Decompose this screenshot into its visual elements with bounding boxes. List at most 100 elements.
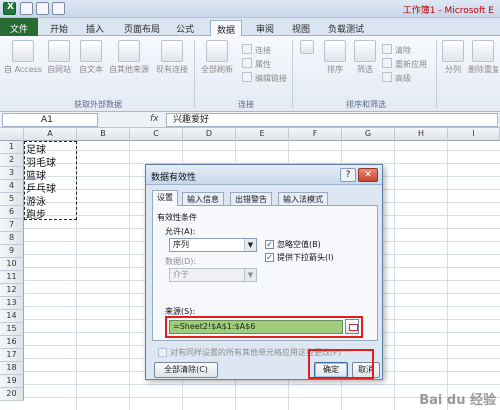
window-title: 工作簿1 - Microsoft E [402, 6, 494, 16]
tab-view[interactable]: 视图 [286, 20, 316, 36]
from-access-button[interactable]: 自 Access [4, 40, 42, 75]
row-header[interactable]: 3 [0, 167, 24, 180]
sort-button[interactable]: 排序 [322, 40, 348, 75]
clear-filter-button[interactable]: 清除 [382, 44, 411, 56]
row-header[interactable]: 5 [0, 193, 24, 206]
row-header[interactable]: 11 [0, 271, 24, 284]
advanced-filter-button[interactable]: 高级 [382, 72, 411, 84]
select-all-corner[interactable] [0, 128, 24, 141]
from-text-button[interactable]: 自文本 [76, 40, 106, 75]
source-highlight-box [165, 316, 363, 338]
row-header[interactable]: 8 [0, 232, 24, 245]
criteria-label: 有效性条件 [157, 213, 197, 222]
ribbon-separator [292, 40, 293, 108]
properties-button[interactable]: 属性 [242, 58, 271, 70]
connections-button[interactable]: 连接 [242, 44, 271, 56]
existing-connections-button[interactable]: 现有连接 [154, 40, 190, 75]
text-file-icon [80, 40, 102, 62]
filter-button[interactable]: 筛选 [352, 40, 378, 75]
remove-duplicates-icon [472, 40, 494, 62]
column-header[interactable]: E [236, 128, 289, 141]
tab-review[interactable]: 审阅 [250, 20, 280, 36]
row-header[interactable]: 14 [0, 310, 24, 323]
copy-marquee [24, 141, 77, 220]
tab-error-alert[interactable]: 出错警告 [230, 192, 272, 205]
data-label: 数据(D): [165, 257, 197, 266]
row-header[interactable]: 10 [0, 258, 24, 271]
row-header[interactable]: 7 [0, 219, 24, 232]
row-header[interactable]: 17 [0, 349, 24, 362]
data-select-value: 介于 [173, 270, 189, 279]
redo-icon[interactable] [52, 2, 65, 15]
column-header[interactable]: C [130, 128, 183, 141]
row-header[interactable]: 16 [0, 336, 24, 349]
from-other-sources-button[interactable]: 自其他来源 [108, 40, 150, 75]
column-header[interactable]: D [183, 128, 236, 141]
column-header[interactable]: F [289, 128, 342, 141]
ok-highlight-box [308, 349, 374, 379]
tab-file[interactable]: 文件 [0, 18, 38, 36]
row-header[interactable]: 18 [0, 362, 24, 375]
from-web-button[interactable]: 自网站 [44, 40, 74, 75]
edit-links-button[interactable]: 编辑链接 [242, 72, 287, 84]
row-header[interactable]: 6 [0, 206, 24, 219]
help-button[interactable]: ? [340, 168, 356, 182]
tab-page-layout[interactable]: 页面布局 [118, 20, 166, 36]
close-button[interactable]: ✕ [358, 168, 378, 182]
column-header[interactable]: G [342, 128, 395, 141]
column-header[interactable]: H [395, 128, 448, 141]
fx-icon[interactable]: fx [150, 114, 159, 124]
row-header[interactable]: 12 [0, 284, 24, 297]
tab-settings[interactable]: 设置 [152, 190, 178, 206]
tab-input-message[interactable]: 输入信息 [182, 192, 224, 205]
from-web-label: 自网站 [47, 65, 71, 74]
existing-connections-label: 现有连接 [156, 65, 188, 74]
group-label-get-external-data: 获取外部数据 [74, 100, 122, 109]
dropdown-checkbox[interactable]: ✓ [265, 253, 274, 262]
sort-icon [324, 40, 346, 62]
group-label-sort-filter: 排序和筛选 [346, 100, 386, 109]
tab-data[interactable]: 数据 [210, 20, 243, 37]
column-header[interactable]: I [448, 128, 500, 141]
row-header[interactable]: 1 [0, 141, 24, 154]
data-select[interactable]: 介于 ▼ [169, 268, 257, 282]
column-header[interactable]: B [77, 128, 130, 141]
tab-insert[interactable]: 插入 [80, 20, 110, 36]
chevron-down-icon: ▼ [244, 239, 256, 251]
row-header[interactable]: 15 [0, 323, 24, 336]
dialog-title-bar[interactable]: 数据有效性 ? ✕ [146, 165, 382, 185]
tab-home[interactable]: 开始 [44, 20, 74, 36]
apply-all-checkbox[interactable] [158, 348, 167, 357]
sort-az-button[interactable] [296, 40, 318, 56]
from-text-label: 自文本 [79, 65, 103, 74]
access-icon [12, 40, 34, 62]
row-header[interactable]: 2 [0, 154, 24, 167]
row-header[interactable]: 19 [0, 375, 24, 388]
excel-logo-icon [3, 2, 16, 15]
row-header[interactable]: 20 [0, 388, 24, 401]
tab-load-test[interactable]: 负载测试 [322, 20, 370, 36]
allow-select[interactable]: 序列 ▼ [169, 238, 257, 252]
undo-icon[interactable] [36, 2, 49, 15]
save-icon[interactable] [20, 2, 33, 15]
text-to-columns-button[interactable]: 分列 [440, 40, 466, 75]
existing-connections-icon [161, 40, 183, 62]
reapply-button[interactable]: 重新应用 [382, 58, 427, 70]
dropdown-label: 提供下拉箭头(I) [277, 253, 334, 262]
tab-formulas[interactable]: 公式 [170, 20, 200, 36]
row-header[interactable]: 13 [0, 297, 24, 310]
refresh-all-button[interactable]: 全部刷新 [198, 40, 236, 75]
clear-all-button[interactable]: 全部清除(C) [154, 362, 218, 378]
web-icon [48, 40, 70, 62]
formula-input[interactable]: 兴趣爱好 [166, 113, 498, 127]
remove-duplicates-button[interactable]: 删除重复项 [468, 40, 498, 75]
split-label: 分列 [445, 65, 461, 74]
column-header[interactable]: A [24, 128, 77, 141]
chevron-down-icon: ▼ [244, 269, 256, 281]
name-box[interactable]: A1 [2, 113, 98, 127]
ignore-blank-checkbox[interactable]: ✓ [265, 240, 274, 249]
ribbon-separator [436, 40, 437, 108]
tab-ime-mode[interactable]: 输入法模式 [278, 192, 328, 205]
row-header[interactable]: 9 [0, 245, 24, 258]
row-header[interactable]: 4 [0, 180, 24, 193]
